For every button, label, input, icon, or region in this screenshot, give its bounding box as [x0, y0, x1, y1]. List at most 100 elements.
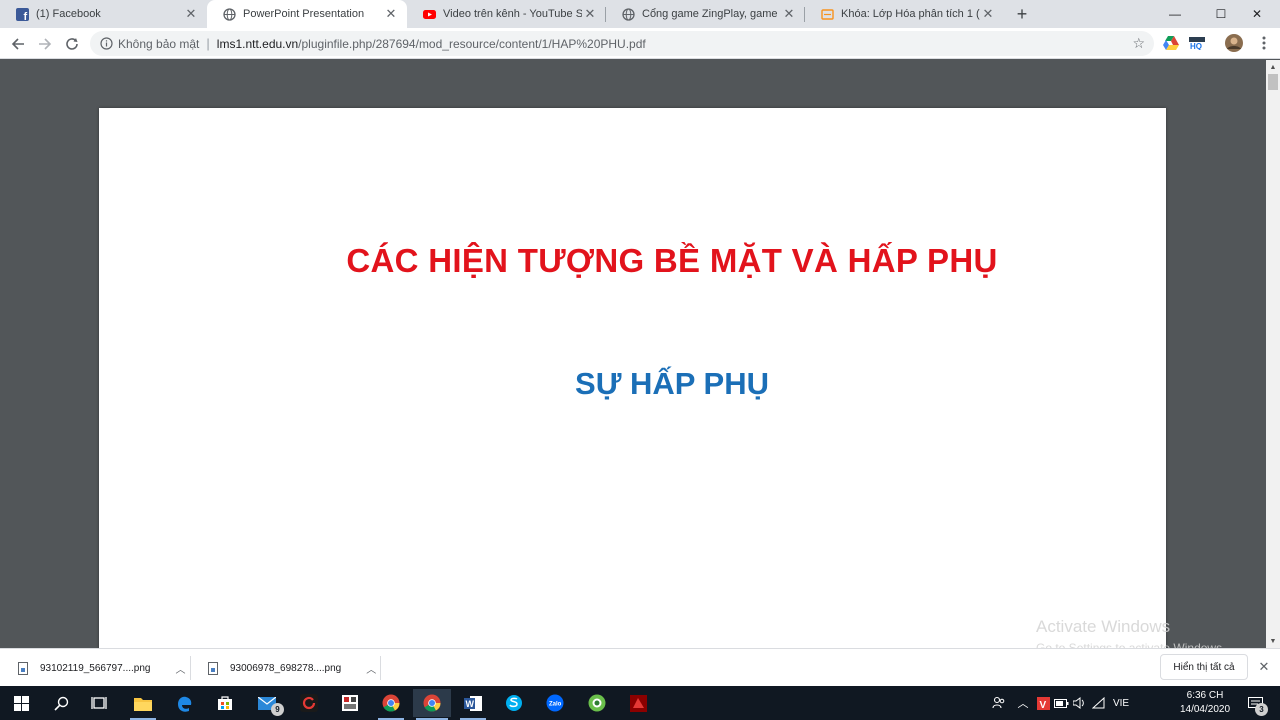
close-window-button[interactable]: ✕ [1234, 0, 1280, 28]
new-tab-button[interactable]: + [1011, 3, 1033, 25]
url-text[interactable]: lms1.ntt.edu.vn/pluginfile.php/287694/mo… [217, 37, 646, 51]
tab-close-icon[interactable]: ✕ [980, 6, 996, 22]
clock-time: 6:36 CH [1186, 690, 1224, 701]
tab-zingplay[interactable]: Cổng game ZingPlay, game bài, c ✕ [606, 0, 805, 28]
chevron-up-icon[interactable]: ︿ [1012, 695, 1034, 711]
url-host: lms1.ntt.edu.vn [216, 36, 299, 51]
bookmark-star-icon[interactable]: ☆ [1132, 35, 1145, 52]
pdf-viewer[interactable]: CÁC HIỆN TƯỢNG BỀ MẶT VÀ HẤP PHỤ SỰ HẤP … [0, 60, 1266, 648]
scroll-down-arrow-icon[interactable]: ▼ [1266, 634, 1280, 648]
notification-center-icon[interactable]: 3 [1240, 689, 1270, 717]
tab-title: Cổng game ZingPlay, game bài, c [642, 8, 781, 20]
chrome-menu-icon[interactable] [1254, 33, 1274, 53]
people-icon[interactable] [986, 696, 1012, 710]
globe-icon [223, 7, 236, 21]
tab-close-icon[interactable]: ✕ [183, 6, 199, 22]
profile-avatar[interactable] [1224, 33, 1244, 53]
scroll-up-arrow-icon[interactable]: ▲ [1266, 60, 1280, 74]
tab-close-icon[interactable]: ✕ [582, 6, 598, 22]
browser-toolbar: Không bảo mật | lms1.ntt.edu.vn/pluginfi… [0, 28, 1280, 59]
arrow-left-icon [11, 38, 24, 50]
security-label[interactable]: Không bảo mật [118, 37, 199, 51]
svg-text:Zalo: Zalo [549, 702, 562, 708]
chrome-icon[interactable] [372, 689, 410, 720]
svg-text:V: V [1039, 700, 1046, 710]
download-item[interactable]: 93006978_698278....png ︿ [208, 649, 376, 687]
app-icon[interactable] [331, 689, 369, 717]
download-filename: 93102119_566797....png [40, 662, 151, 674]
tab-facebook[interactable]: f (1) Facebook ✕ [0, 0, 207, 28]
youtube-icon [423, 8, 436, 21]
language-indicator[interactable]: VIE [1108, 698, 1134, 709]
tab-title: Video trên kênh - YouTube Studio [443, 8, 582, 20]
image-file-icon [18, 661, 28, 675]
url-path: /pluginfile.php/287694/mod_resource/cont… [298, 36, 646, 51]
address-bar[interactable]: Không bảo mật | lms1.ntt.edu.vn/pluginfi… [90, 31, 1154, 56]
show-all-downloads-button[interactable]: Hiển thị tất cả [1160, 654, 1248, 680]
close-icon[interactable]: ✕ [1255, 658, 1273, 676]
tab-close-icon[interactable]: ✕ [383, 6, 399, 22]
wifi-icon[interactable] [1088, 697, 1108, 709]
document-title: CÁC HIỆN TƯỢNG BỀ MẶT VÀ HẤP PHỤ [346, 242, 998, 279]
chevron-up-icon[interactable]: ︿ [175, 661, 185, 676]
watermark-title: Activate Windows [1036, 617, 1171, 636]
garena-icon[interactable] [290, 689, 328, 717]
download-shelf: 93102119_566797....png ︿ 93006978_698278… [0, 648, 1280, 686]
tab-moodle-course[interactable]: Khóa: Lớp Hóa phân tích 1 (18DD ✕ [805, 0, 1004, 28]
search-icon[interactable] [42, 689, 80, 717]
minimize-button[interactable]: — [1152, 0, 1198, 28]
extension-hd-icon[interactable]: HQ [1187, 33, 1207, 53]
chevron-up-icon[interactable]: ︿ [366, 661, 376, 676]
edge-icon[interactable] [165, 689, 203, 717]
notification-badge: 3 [1255, 703, 1268, 716]
tab-powerpoint-presentation[interactable]: PowerPoint Presentation ✕ [207, 0, 407, 28]
file-explorer-icon[interactable] [124, 689, 162, 720]
tab-title: (1) Facebook [36, 8, 101, 20]
reload-button[interactable] [59, 31, 85, 57]
facebook-icon: f [16, 7, 29, 21]
clock-date: 14/04/2020 [1179, 704, 1231, 715]
svg-text:W: W [466, 699, 475, 709]
task-view-icon[interactable] [80, 689, 118, 717]
tab-title: Khóa: Lớp Hóa phân tích 1 (18DD [841, 8, 980, 20]
taskbar-clock[interactable]: 6:36 CH 14/04/2020 [1175, 689, 1235, 717]
download-separator [380, 656, 381, 680]
mail-icon[interactable]: 9 [248, 689, 286, 717]
store-icon[interactable] [206, 689, 244, 717]
info-icon[interactable] [99, 37, 113, 51]
document-subtitle: SỰ HẤP PHỤ [575, 366, 769, 401]
download-item[interactable]: 93102119_566797....png ︿ [18, 649, 185, 687]
reload-icon [66, 38, 78, 50]
skype-icon[interactable] [495, 689, 533, 717]
mail-badge: 9 [271, 703, 284, 716]
scrollbar-thumb[interactable] [1268, 74, 1278, 90]
pdf-page: CÁC HIỆN TƯỢNG BỀ MẶT VÀ HẤP PHỤ SỰ HẤP … [99, 108, 1166, 648]
app-red-icon[interactable] [619, 689, 657, 717]
image-file-icon [208, 661, 218, 675]
windows-taskbar: 9 W Zalo ︿ V VIE 6:36 CH 14/04/2020 3 [0, 686, 1280, 720]
word-icon[interactable]: W [454, 689, 492, 720]
svg-text:f: f [24, 11, 28, 21]
google-drive-icon[interactable] [1161, 33, 1181, 53]
vertical-scrollbar[interactable]: ▲ ▼ [1266, 60, 1280, 648]
tab-close-icon[interactable]: ✕ [781, 6, 797, 22]
moodle-icon [821, 8, 834, 21]
download-filename: 93006978_698278....png [230, 662, 342, 674]
tab-title: PowerPoint Presentation [243, 8, 365, 20]
tab-youtube-studio[interactable]: Video trên kênh - YouTube Studio ✕ [407, 0, 606, 28]
download-separator [190, 656, 191, 680]
volume-icon[interactable] [1070, 697, 1088, 709]
tab-strip: f (1) Facebook ✕ PowerPoint Presentation… [0, 0, 1280, 28]
forward-button[interactable] [32, 31, 58, 57]
coccoc-icon[interactable] [578, 689, 616, 717]
svg-text:HQ: HQ [1190, 42, 1202, 50]
back-button[interactable] [5, 31, 31, 57]
system-tray: ︿ V VIE [986, 686, 1134, 720]
zalo-icon[interactable]: Zalo [536, 689, 574, 717]
chrome-active-icon[interactable] [413, 689, 451, 720]
antivirus-icon[interactable]: V [1034, 696, 1052, 710]
battery-icon[interactable] [1052, 698, 1070, 708]
windows-start-icon[interactable] [2, 689, 40, 717]
omnibox-divider: | [206, 36, 210, 51]
arrow-right-icon [39, 38, 52, 50]
